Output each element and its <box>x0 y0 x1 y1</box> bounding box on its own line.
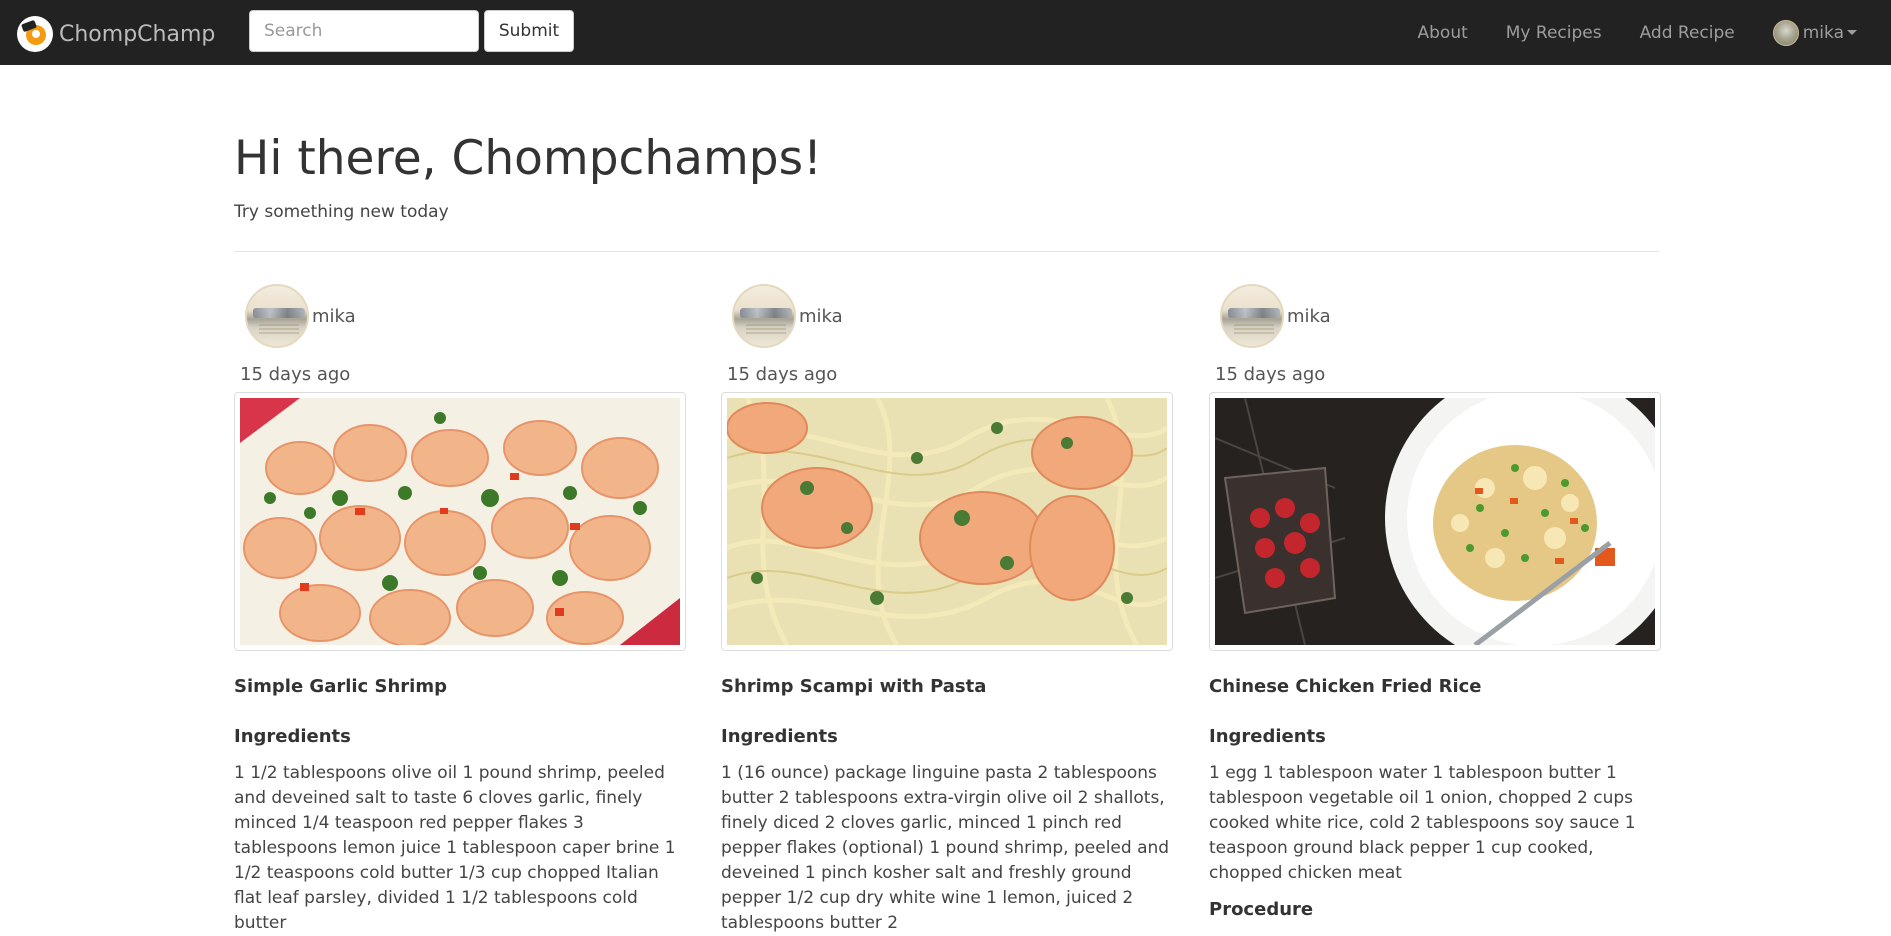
nav-link-about[interactable]: About <box>1418 23 1468 43</box>
recipe-title[interactable]: Simple Garlic Shrimp <box>234 676 447 697</box>
chompchamp-logo-icon <box>17 16 53 52</box>
recipe-title[interactable]: Shrimp Scampi with Pasta <box>721 676 986 697</box>
nav-links: About My Recipes Add Recipe mika <box>1380 0 1891 65</box>
ingredients-text: 1 egg 1 tablespoon water 1 tablespoon bu… <box>1209 761 1661 886</box>
author-avatar <box>732 284 796 348</box>
author-name: mika <box>312 306 356 327</box>
nav-link-add-recipe[interactable]: Add Recipe <box>1640 23 1735 43</box>
brand-name: ChompChamp <box>59 22 215 47</box>
nav-link-my-recipes[interactable]: My Recipes <box>1506 23 1602 43</box>
caret-down-icon <box>1847 30 1857 35</box>
author-avatar <box>245 284 309 348</box>
recipe-author[interactable]: mika <box>245 284 356 348</box>
submit-button[interactable]: Submit <box>484 10 574 52</box>
user-menu-dropdown[interactable]: mika <box>1773 20 1857 46</box>
author-name: mika <box>1287 306 1331 327</box>
divider <box>234 251 1659 252</box>
search-input[interactable] <box>249 10 479 52</box>
ingredients-text: 1 1/2 tablespoons olive oil 1 pound shri… <box>234 761 686 936</box>
shrimp-scampi-photo <box>727 398 1167 645</box>
brand-link[interactable]: ChompChamp <box>17 14 215 54</box>
recipe-image[interactable] <box>1209 392 1661 651</box>
ingredients-heading: Ingredients <box>1209 726 1326 747</box>
procedure-heading: Procedure <box>1209 899 1313 920</box>
user-avatar <box>1773 20 1799 46</box>
recipe-timestamp: 15 days ago <box>240 364 350 385</box>
page-subtitle: Try something new today <box>234 202 449 222</box>
user-menu-name: mika <box>1803 23 1844 43</box>
author-name: mika <box>799 306 843 327</box>
recipe-timestamp: 15 days ago <box>1215 364 1325 385</box>
recipe-image[interactable] <box>234 392 686 651</box>
recipe-author[interactable]: mika <box>732 284 843 348</box>
recipe-title[interactable]: Chinese Chicken Fried Rice <box>1209 676 1482 697</box>
ingredients-text: 1 (16 ounce) package linguine pasta 2 ta… <box>721 761 1173 936</box>
ingredients-heading: Ingredients <box>234 726 351 747</box>
author-avatar <box>1220 284 1284 348</box>
page-title: Hi there, Chompchamps! <box>234 133 822 185</box>
fried-rice-photo <box>1215 398 1655 645</box>
recipe-timestamp: 15 days ago <box>727 364 837 385</box>
top-navbar: ChompChamp Submit About My Recipes Add R… <box>0 0 1891 65</box>
recipe-author[interactable]: mika <box>1220 284 1331 348</box>
recipe-image[interactable] <box>721 392 1173 651</box>
ingredients-heading: Ingredients <box>721 726 838 747</box>
garlic-shrimp-photo <box>240 398 680 645</box>
